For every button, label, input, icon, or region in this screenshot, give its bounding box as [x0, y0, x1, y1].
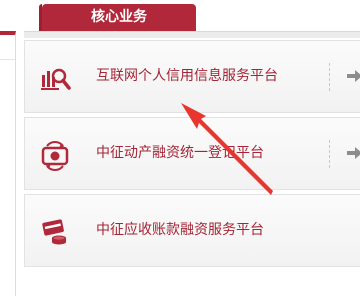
arrow-right-icon[interactable] — [345, 144, 360, 162]
section-title: 核心业务 — [91, 9, 147, 25]
item-divider — [329, 63, 330, 91]
service-item-label: 中征动产融资统一登记平台 — [96, 145, 264, 161]
adjacent-panel-edge — [0, 31, 16, 296]
money-cycle-icon — [39, 139, 71, 171]
service-item-label: 中征应收账款融资服务平台 — [96, 222, 264, 238]
service-item-personal-credit[interactable]: 互联网个人信用信息服务平台 — [24, 40, 360, 113]
section-header-rule — [24, 31, 360, 38]
service-item-label: 互联网个人信用信息服务平台 — [96, 68, 278, 84]
magnifier-chart-icon — [39, 62, 71, 94]
card-coins-icon — [39, 216, 71, 248]
item-divider — [329, 140, 330, 168]
service-list: 互联网个人信用信息服务平台 中征动产融资统一登记平台 中征应收账款融资服务平台 — [24, 40, 360, 271]
adjacent-panel-divider — [0, 59, 15, 60]
service-item-receivables[interactable]: 中征应收账款融资服务平台 — [24, 194, 360, 267]
service-item-movable-property[interactable]: 中征动产融资统一登记平台 — [24, 117, 360, 190]
arrow-right-icon[interactable] — [345, 67, 360, 85]
section-title-tab: 核心业务 — [39, 4, 196, 31]
